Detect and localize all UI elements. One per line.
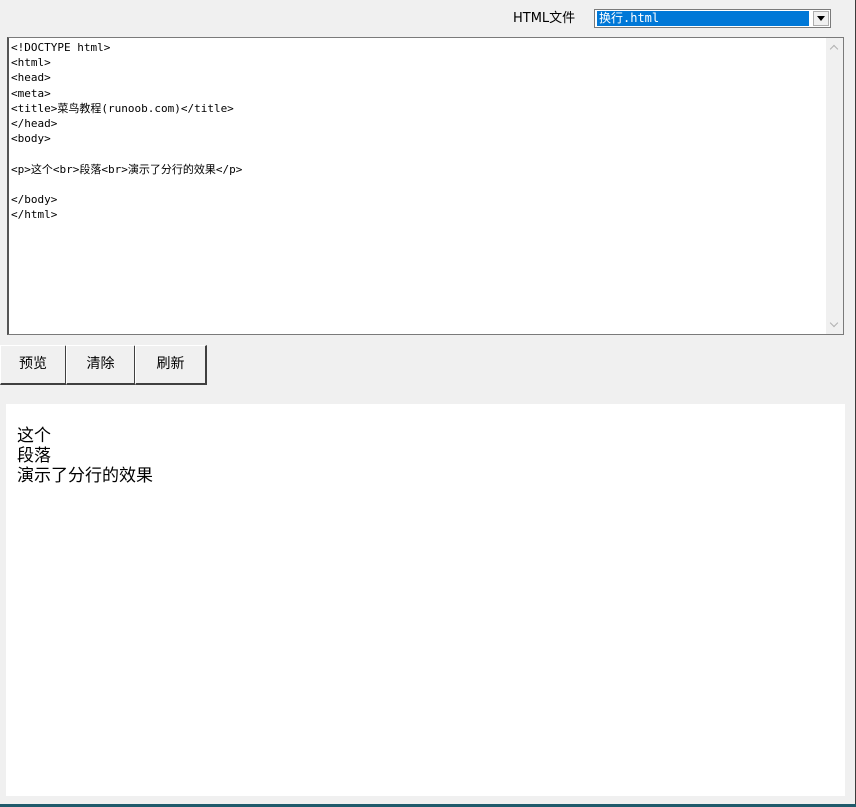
preview-line: 演示了分行的效果 bbox=[17, 466, 153, 486]
editor-code[interactable]: <!DOCTYPE html> <html> <head> <meta> <ti… bbox=[11, 40, 819, 222]
file-select-value: 换行.html bbox=[597, 11, 809, 26]
chevron-up-icon[interactable] bbox=[830, 43, 839, 52]
html-file-label: HTML文件 bbox=[513, 11, 576, 26]
chevron-down-icon[interactable] bbox=[830, 320, 839, 329]
preview-line: 段落 bbox=[17, 446, 51, 466]
clear-button[interactable]: 清除 bbox=[66, 345, 136, 385]
html-editor[interactable]: <!DOCTYPE html> <html> <head> <meta> <ti… bbox=[7, 37, 844, 335]
preview-pane: 这个 段落 演示了分行的效果 bbox=[6, 404, 845, 796]
preview-output: 这个 段落 演示了分行的效果 bbox=[17, 426, 153, 486]
editor-scrollbar[interactable] bbox=[826, 38, 843, 334]
preview-button[interactable]: 预览 bbox=[0, 345, 67, 385]
file-select[interactable]: 换行.html bbox=[594, 9, 831, 28]
chevron-down-icon[interactable] bbox=[813, 11, 829, 26]
preview-line: 这个 bbox=[17, 426, 51, 446]
refresh-button[interactable]: 刷新 bbox=[135, 345, 207, 385]
